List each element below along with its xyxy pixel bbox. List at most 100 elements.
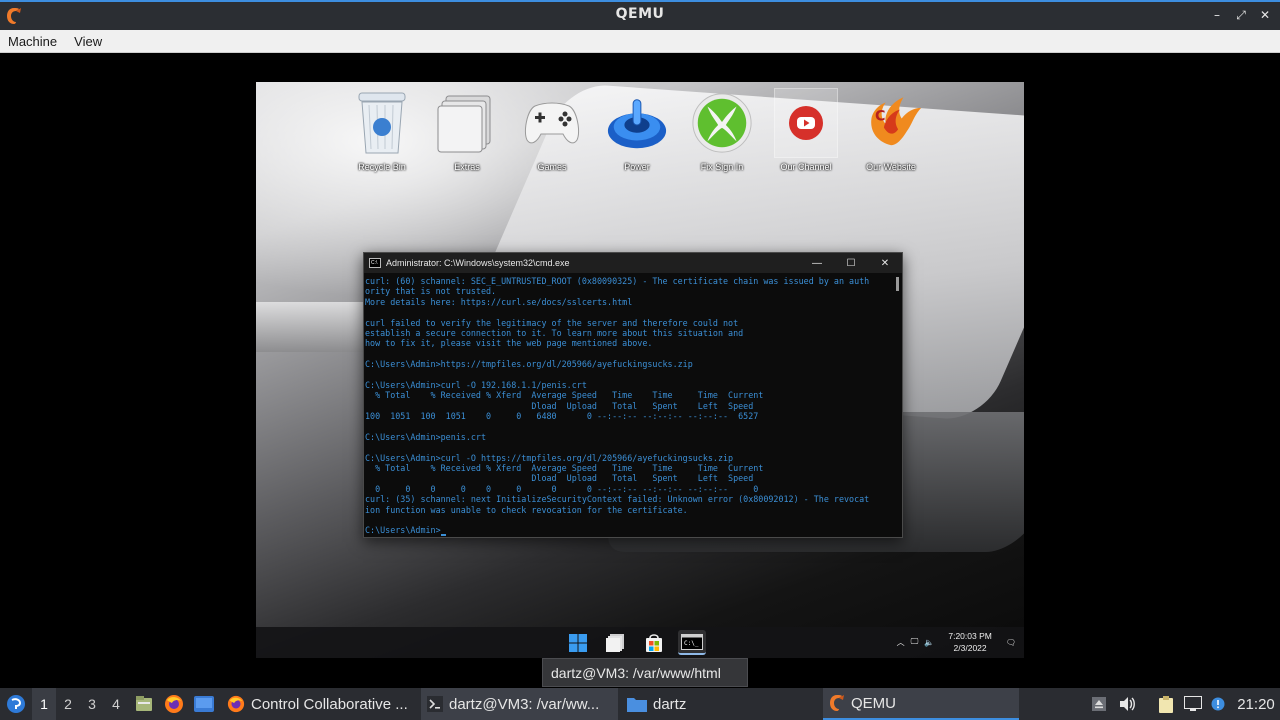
tray-clipboard[interactable] [1155,688,1177,720]
menu-view[interactable]: View [74,34,102,49]
cmd-titlebar[interactable]: C:\ Administrator: C:\Windows\system32\c… [364,253,902,273]
cmd-line [365,349,902,359]
volume-icon [1120,697,1135,711]
desktop-icon-our-website[interactable]: C Our Website [851,88,931,172]
desktop-icon-label: Our Website [866,162,916,172]
desktop-icon-label: Games [537,162,567,172]
desktop-icon-fix-sign-in[interactable]: Fix Sign In [682,88,762,172]
cmd-line: C:\Users\Admin>curl -O https://tmpfiles.… [365,452,734,463]
workspace-4[interactable]: 4 [104,688,128,720]
workspace-1[interactable]: 1 [32,688,56,720]
desktop-icon-label: Power [624,162,650,172]
cmd-icon: C:\_ [681,633,703,650]
store-icon [646,633,662,652]
cmd-title: Administrator: C:\Windows\system32\cmd.e… [386,258,570,268]
cmd-line: how to fix it, please visit the web page… [365,338,653,349]
cmd-line: More details here: https://curl.se/docs/… [365,296,633,307]
cmd-line: C:\Users\Admin>penis.crt [365,431,487,442]
windows-start-button[interactable] [564,630,592,655]
desktop-icon-recycle-bin[interactable]: Recycle Bin [342,88,422,172]
desktop-icon-games[interactable]: Games [512,88,592,172]
files-icon [136,696,152,711]
host-clock[interactable]: 21:20 [1236,688,1276,720]
task-firefox[interactable]: Control Collaborative ... [221,688,417,720]
maximize-button[interactable]: ⤢ [1234,7,1248,23]
task-label: Control Collaborative ... [251,695,408,713]
cmd-line: ion function was unable to check revocat… [365,504,688,515]
tray-volume[interactable] [1117,688,1139,720]
desktop-icon-label: Our Channel [780,162,832,172]
cmd-taskbar-button[interactable]: C:\_ [678,630,706,655]
file-explorer-button[interactable] [602,630,630,655]
cmd-close-button[interactable]: ✕ [868,253,902,273]
cmd-line: C:\Users\Admin> [365,525,902,536]
gamepad-icon [524,102,580,144]
desktop-icon-power[interactable]: Power [597,88,677,172]
task-folder[interactable]: dartz [621,688,817,720]
cmd-icon: C:\ [369,258,381,268]
guest-desktop[interactable]: Recycle Bin Extras Games Power Fix Sign … [256,82,1024,658]
desktop-icon-label: Extras [454,162,480,172]
cmd-line: % Total % Received % Xferd Average Speed… [365,463,764,474]
guest-taskbar: C:\_ ︿ 🖵 🔈 7:20:03 PM 2/3/2022 🗨 [256,627,1024,658]
windows-start-icon [569,633,587,652]
task-label: QEMU [851,694,896,712]
desktop-icon-extras[interactable]: Extras [427,88,507,172]
notification-icon[interactable]: 🗨 [1006,638,1016,647]
firefox-launcher[interactable] [163,688,185,720]
cmd-line: ority that is not trusted. [365,286,497,297]
tray-display[interactable] [1182,688,1204,720]
guest-clock[interactable]: 7:20:03 PM 2/3/2022 [948,630,991,654]
menu-machine[interactable]: Machine [8,34,57,49]
cmd-line: establish a secure connection to it. To … [365,327,744,338]
network-icon[interactable]: 🖵 [911,637,919,647]
cmd-line: curl: (60) schannel: SEC_E_UNTRUSTED_ROO… [365,276,870,286]
power-icon [607,99,667,149]
volume-icon[interactable]: 🔈 [924,638,934,647]
cmd-line: C:\Users\Admin>curl -O 192.168.1.1/penis… [365,379,587,390]
cmd-scrollbar[interactable] [896,277,899,291]
recycle-bin-icon [358,92,406,154]
minimize-button[interactable]: – [1210,7,1224,23]
cmd-line: 100 1051 100 1051 0 0 6480 0 --:--:-- --… [365,411,759,422]
workspace-3[interactable]: 3 [80,688,104,720]
svg-text:C: C [875,108,885,124]
workspace-2[interactable]: 2 [56,688,80,720]
eject-icon [1092,697,1106,711]
cmd-line: curl: (35) schannel: next InitializeSecu… [365,494,870,505]
firefox-icon [165,695,183,713]
file-explorer-icon [606,633,624,652]
desktop-icon-our-channel[interactable]: Our Channel [766,88,846,172]
chevron-up-icon[interactable]: ︿ [897,637,905,648]
cmd-line [365,370,902,380]
cmd-line: % Total % Received % Xferd Average Speed… [365,390,764,401]
guest-date: 2/3/2022 [953,643,987,653]
file-manager-launcher[interactable] [133,688,155,720]
cmd-line: Dload Upload Total Spent Left Speed [365,473,754,484]
cmd-window[interactable]: C:\ Administrator: C:\Windows\system32\c… [363,252,903,538]
tray-updates[interactable] [1088,688,1110,720]
task-terminal[interactable]: dartz@VM3: /var/ww... [421,688,618,720]
show-desktop-button[interactable] [192,688,216,720]
menu-button[interactable] [4,688,28,720]
window-title: QEMU [615,6,665,22]
phoenix-logo-icon: C [871,97,922,146]
close-button[interactable]: ✕ [1258,7,1272,23]
cmd-line [365,421,902,431]
cmd-line [365,442,902,452]
cmd-line: Dload Upload Total Spent Left Speed [365,400,754,411]
task-qemu[interactable]: QEMU [823,688,1019,720]
clipboard-icon [1159,696,1173,713]
cmd-minimize-button[interactable]: — [800,253,834,273]
taskbar-tooltip: dartz@VM3: /var/www/html [542,658,748,687]
cmd-line: C:\Users\Admin>https://tmpfiles.org/dl/2… [365,359,693,370]
qemu-icon [830,695,844,711]
folder-icon [437,95,491,153]
cmd-maximize-button[interactable]: ☐ [834,253,868,273]
terminal-icon [427,696,443,712]
folder-icon [627,698,647,712]
tray-notification[interactable] [1207,688,1229,720]
xbox-icon [692,93,752,153]
cmd-output[interactable]: curl: (60) schannel: SEC_E_UNTRUSTED_ROO… [364,273,902,539]
store-button[interactable] [640,630,668,655]
